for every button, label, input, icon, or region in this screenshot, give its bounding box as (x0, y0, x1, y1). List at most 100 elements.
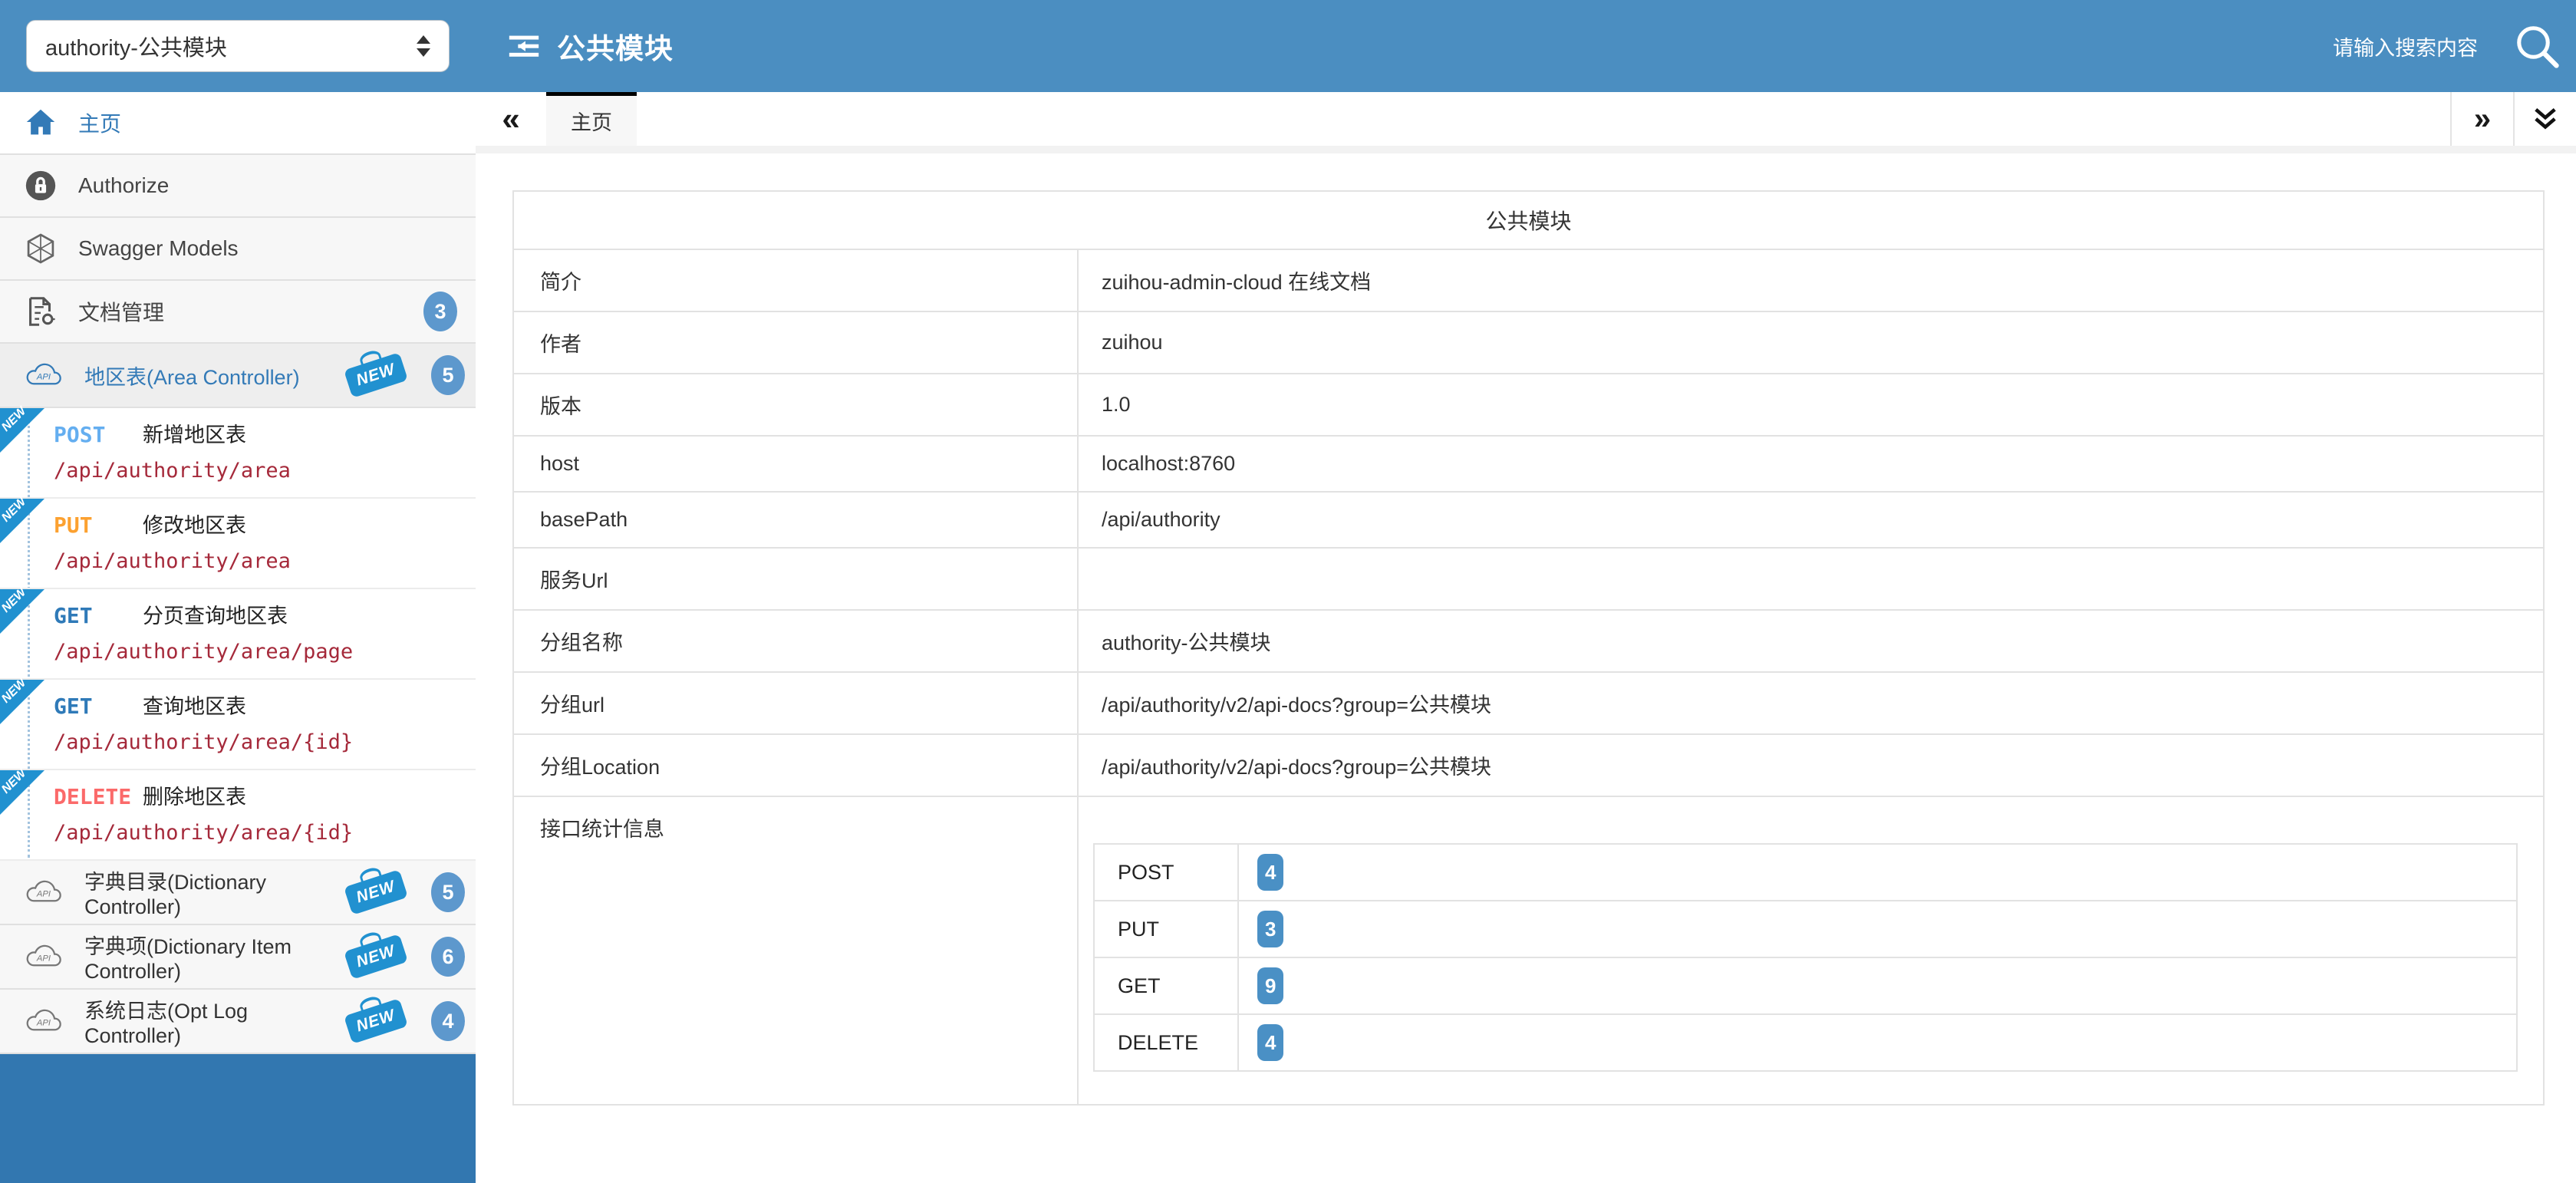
controller-count-badge: 5 (431, 872, 465, 912)
sidebar-filler (0, 1054, 476, 1183)
new-corner-ribbon: NEW (0, 589, 44, 634)
row-label: 分组url (513, 672, 1078, 734)
sidebar-item-label: 文档管理 (78, 296, 404, 327)
controller-count-badge: 4 (431, 1001, 465, 1041)
row-label: 分组名称 (513, 610, 1078, 672)
tab-bar: « 主页 » (476, 92, 2576, 153)
endpoint-put-area[interactable]: NEW PUT 修改地区表 /api/authority/area (0, 499, 476, 589)
stat-method: GET (1094, 957, 1238, 1014)
lock-icon (23, 168, 58, 203)
endpoint-get-area-id[interactable]: NEW GET 查询地区表 /api/authority/area/{id} (0, 680, 476, 770)
main-panel: « 主页 » 公共模块 简介 zuihou-admin-cloud 在线文档 作… (476, 92, 2576, 1183)
cloud-api-icon: API (23, 361, 64, 390)
method-label: PUT (54, 511, 143, 540)
svg-text:API: API (36, 373, 51, 382)
sidebar-controller-opt-log[interactable]: API 系统日志(Opt Log Controller) NEW 4 (0, 990, 476, 1054)
group-select-value: authority-公共模块 (45, 30, 417, 62)
cloud-api-icon: API (23, 878, 64, 907)
row-value: authority-公共模块 (1078, 610, 2544, 672)
stat-count-badge: 3 (1257, 911, 1283, 947)
models-icon (23, 231, 58, 266)
svg-text:API: API (36, 954, 51, 964)
stats-cell: POST 4 PUT 3 GET 9 (1078, 796, 2544, 1105)
stat-method: PUT (1094, 901, 1238, 957)
new-badge: NEW (344, 934, 408, 980)
controller-label: 字典目录(Dictionary Controller) (84, 865, 327, 919)
collapse-all-button[interactable] (2513, 92, 2576, 146)
new-corner-ribbon: NEW (0, 770, 44, 815)
new-badge: NEW (344, 998, 408, 1044)
new-badge: NEW (344, 352, 408, 398)
row-value: /api/authority/v2/api-docs?group=公共模块 (1078, 734, 2544, 796)
sidebar-controller-area[interactable]: API 地区表(Area Controller) NEW 5 (0, 344, 476, 408)
endpoint-name: 新增地区表 (143, 420, 246, 450)
method-label: DELETE (54, 783, 143, 812)
new-corner-ribbon: NEW (0, 680, 44, 724)
method-label: GET (54, 601, 143, 631)
row-label: 版本 (513, 374, 1078, 436)
doc-count-badge: 3 (423, 292, 457, 331)
sidebar-item-doc-manage[interactable]: 文档管理 3 (0, 281, 476, 344)
row-label: 作者 (513, 311, 1078, 374)
controller-count-badge: 6 (431, 937, 465, 977)
svg-text:API: API (36, 1019, 51, 1028)
app-header: authority-公共模块 公共模块 请输入搜索内容 (0, 0, 2576, 92)
stat-count-badge: 4 (1257, 1024, 1283, 1061)
method-label: GET (54, 692, 143, 721)
new-corner-ribbon: NEW (0, 408, 44, 453)
header-search[interactable]: 请输入搜索内容 (2333, 21, 2576, 71)
stat-count-badge: 4 (1257, 854, 1283, 891)
content-area: 公共模块 简介 zuihou-admin-cloud 在线文档 作者 zuiho… (476, 153, 2576, 1106)
controller-label: 地区表(Area Controller) (84, 361, 327, 390)
page-title: 公共模块 (506, 25, 674, 67)
sidebar-item-swagger-models[interactable]: Swagger Models (0, 218, 476, 281)
method-stats-table: POST 4 PUT 3 GET 9 (1093, 843, 2518, 1072)
group-select[interactable]: authority-公共模块 (26, 20, 450, 72)
endpoint-name: 查询地区表 (143, 692, 246, 721)
row-label: 分组Location (513, 734, 1078, 796)
stat-count-badge: 9 (1257, 967, 1283, 1004)
endpoint-path: /api/authority/area/{id} (54, 729, 469, 756)
sidebar-item-label: Authorize (78, 173, 457, 198)
new-badge: NEW (344, 869, 408, 915)
stat-method: POST (1094, 844, 1238, 901)
tabs-scroll-left-button[interactable]: « (476, 92, 546, 146)
svg-text:API: API (36, 890, 51, 899)
cloud-api-icon: API (23, 942, 64, 971)
endpoint-name: 删除地区表 (143, 783, 246, 812)
row-value: 1.0 (1078, 374, 2544, 436)
controller-count-badge: 5 (431, 355, 465, 395)
sidebar-item-label: 主页 (78, 107, 457, 138)
search-icon[interactable] (2512, 21, 2562, 71)
endpoint-get-area-page[interactable]: NEW GET 分页查询地区表 /api/authority/area/page (0, 589, 476, 680)
endpoint-delete-area[interactable]: NEW DELETE 删除地区表 /api/authority/area/{id… (0, 770, 476, 861)
controller-label: 系统日志(Opt Log Controller) (84, 994, 327, 1048)
tabs-scroll-right-button[interactable]: » (2450, 92, 2513, 146)
new-corner-ribbon: NEW (0, 499, 44, 543)
doc-settings-icon (23, 294, 58, 329)
endpoint-name: 分页查询地区表 (143, 601, 288, 631)
page-title-text: 公共模块 (557, 25, 674, 67)
endpoint-list: NEW POST 新增地区表 /api/authority/area NEW P… (0, 408, 476, 861)
select-spinner-icon (417, 35, 430, 57)
row-value: localhost:8760 (1078, 436, 2544, 492)
sidebar-controller-dictionary-item[interactable]: API 字典项(Dictionary Item Controller) NEW … (0, 925, 476, 990)
sidebar: 主页 Authorize Swagger Models (0, 92, 476, 1183)
sidebar-item-home[interactable]: 主页 (0, 92, 476, 155)
sidebar-controller-dictionary[interactable]: API 字典目录(Dictionary Controller) NEW 5 (0, 861, 476, 925)
endpoint-path: /api/authority/area (54, 457, 469, 485)
row-label: 接口统计信息 (513, 796, 1078, 1105)
row-value: /api/authority (1078, 492, 2544, 548)
sidebar-item-label: Swagger Models (78, 236, 457, 261)
controller-label: 字典项(Dictionary Item Controller) (84, 930, 327, 984)
row-label: 服务Url (513, 548, 1078, 610)
home-icon (23, 105, 58, 140)
row-label: basePath (513, 492, 1078, 548)
endpoint-name: 修改地区表 (143, 511, 246, 540)
row-value (1078, 548, 2544, 610)
endpoint-post-area[interactable]: NEW POST 新增地区表 /api/authority/area (0, 408, 476, 499)
method-label: POST (54, 420, 143, 450)
sidebar-item-authorize[interactable]: Authorize (0, 155, 476, 218)
cloud-api-icon: API (23, 1007, 64, 1036)
tab-home[interactable]: 主页 (546, 92, 637, 146)
